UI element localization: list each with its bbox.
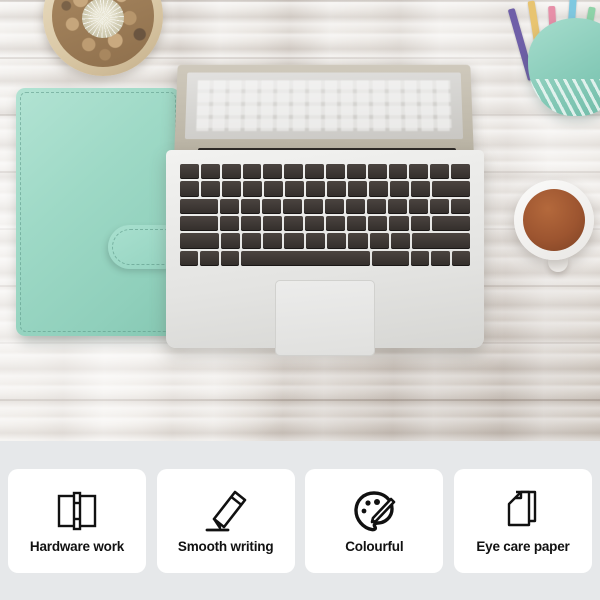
keyboard-row	[180, 181, 470, 197]
keyboard-row	[180, 233, 470, 249]
feature-card-smooth-writing[interactable]: Smooth writing	[156, 468, 295, 573]
keyboard-row	[180, 198, 470, 214]
laptop-lid	[174, 64, 474, 153]
feature-label: Hardware work	[29, 539, 125, 554]
feature-card-row: Hardware work Smooth writing Colourful E…	[0, 441, 600, 600]
paint-palette-icon	[354, 491, 396, 532]
feature-label: Eye care paper	[476, 539, 570, 554]
laptop-base	[166, 150, 484, 356]
feature-label: Smooth writing	[177, 539, 274, 554]
feature-label: Colourful	[345, 539, 404, 554]
notebook-binder-icon	[57, 491, 97, 531]
keyboard-row	[180, 250, 471, 266]
pencil-writing-icon	[205, 490, 246, 532]
hero-product-photo	[0, 0, 600, 441]
laptop-trackpad	[275, 280, 375, 356]
feature-card-eye-care-paper[interactable]: Eye care paper	[453, 468, 592, 573]
paper-stack-icon	[507, 490, 537, 527]
cactus-plant	[82, 0, 124, 39]
feature-card-colourful[interactable]: Colourful	[305, 468, 444, 573]
product-listing-page: Hardware work Smooth writing Colourful E…	[0, 0, 600, 600]
mint-notebook	[16, 88, 186, 336]
feature-card-hardware-work[interactable]: Hardware work	[8, 468, 146, 573]
laptop-keyboard	[180, 164, 471, 266]
pencil-pouch	[528, 18, 600, 116]
keyboard-row	[180, 164, 471, 180]
tea-mug	[514, 180, 594, 260]
keyboard-row	[180, 215, 470, 232]
laptop-screen	[184, 72, 464, 140]
